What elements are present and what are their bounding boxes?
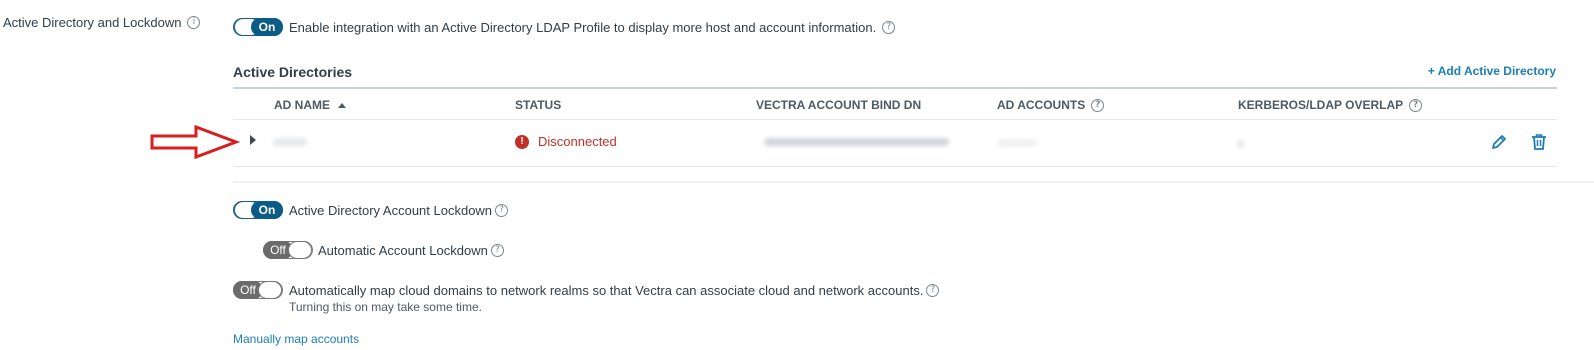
toggle-state: On xyxy=(251,18,283,36)
redacted-ad-accounts xyxy=(997,139,1037,147)
help-icon[interactable]: ? xyxy=(926,284,940,297)
section-label-text: Active Directory and Lockdown xyxy=(3,15,182,30)
column-ad-accounts[interactable]: AD ACCOUNTS ? xyxy=(997,98,1105,112)
status-text: Disconnected xyxy=(538,134,617,149)
column-status-label: STATUS xyxy=(515,98,562,112)
redacted-overlap xyxy=(1238,140,1244,148)
account-lockdown-toggle[interactable]: On xyxy=(233,201,283,219)
help-icon[interactable]: ? xyxy=(882,21,896,34)
section-label: Active Directory and Lockdown i xyxy=(3,15,201,30)
section-divider xyxy=(233,181,1594,183)
annotation-arrow-icon xyxy=(150,125,240,159)
manually-map-accounts-link[interactable]: Manually map accounts xyxy=(233,332,359,346)
column-ad-name-label: AD NAME xyxy=(274,98,330,112)
toggle-knob xyxy=(288,241,312,259)
toggle-state: On xyxy=(251,201,283,219)
status-cell: ! Disconnected xyxy=(515,134,617,149)
table-header: AD NAME STATUS VECTRA ACCOUNT BIND DN AD… xyxy=(233,89,1557,119)
active-directories-heading: Active Directories xyxy=(233,64,353,80)
automatic-lockdown-description: Automatic Account Lockdown ? xyxy=(318,243,504,258)
integration-text: Enable integration with an Active Direct… xyxy=(289,20,877,35)
account-lockdown-text: Active Directory Account Lockdown xyxy=(289,203,493,218)
ad-integration-toggle[interactable]: On xyxy=(233,18,283,36)
help-icon[interactable]: ? xyxy=(1409,98,1423,112)
expand-row-icon[interactable] xyxy=(250,135,256,145)
column-bind-dn[interactable]: VECTRA ACCOUNT BIND DN xyxy=(756,98,921,112)
help-icon[interactable]: ? xyxy=(1091,98,1105,112)
integration-description: Enable integration with an Active Direct… xyxy=(289,20,896,35)
column-status[interactable]: STATUS xyxy=(515,98,561,112)
automatic-lockdown-text: Automatic Account Lockdown xyxy=(318,243,488,258)
automatic-lockdown-toggle[interactable]: Off xyxy=(263,241,313,259)
column-kerberos-overlap[interactable]: KERBEROS/LDAP OVERLAP ? xyxy=(1238,98,1423,112)
account-lockdown-description: Active Directory Account Lockdown ? xyxy=(289,203,509,218)
redacted-ad-name xyxy=(273,138,307,146)
cloud-mapping-description: Automatically map cloud domains to netwo… xyxy=(289,283,940,298)
column-kerberos-overlap-label: KERBEROS/LDAP OVERLAP xyxy=(1238,98,1404,112)
active-directories-table: AD NAME STATUS VECTRA ACCOUNT BIND DN AD… xyxy=(233,87,1557,167)
add-active-directory-link[interactable]: + Add Active Directory xyxy=(1428,64,1556,78)
help-icon[interactable]: ? xyxy=(495,204,509,217)
delete-icon[interactable] xyxy=(1529,132,1549,152)
cloud-mapping-toggle[interactable]: Off xyxy=(233,281,283,299)
redacted-bind-dn xyxy=(764,138,949,146)
cloud-mapping-note: Turning this on may take some time. xyxy=(289,300,482,314)
sort-ascending-icon xyxy=(338,102,346,108)
edit-icon[interactable] xyxy=(1489,132,1509,152)
info-icon[interactable]: i xyxy=(187,16,201,29)
column-ad-name[interactable]: AD NAME xyxy=(274,98,346,112)
table-row[interactable]: ! Disconnected xyxy=(233,119,1557,167)
column-ad-accounts-label: AD ACCOUNTS xyxy=(997,98,1086,112)
column-bind-dn-label: VECTRA ACCOUNT BIND DN xyxy=(756,98,922,112)
help-icon[interactable]: ? xyxy=(490,244,504,257)
cloud-mapping-text: Automatically map cloud domains to netwo… xyxy=(289,283,924,298)
toggle-knob xyxy=(258,281,282,299)
error-icon: ! xyxy=(515,134,529,149)
